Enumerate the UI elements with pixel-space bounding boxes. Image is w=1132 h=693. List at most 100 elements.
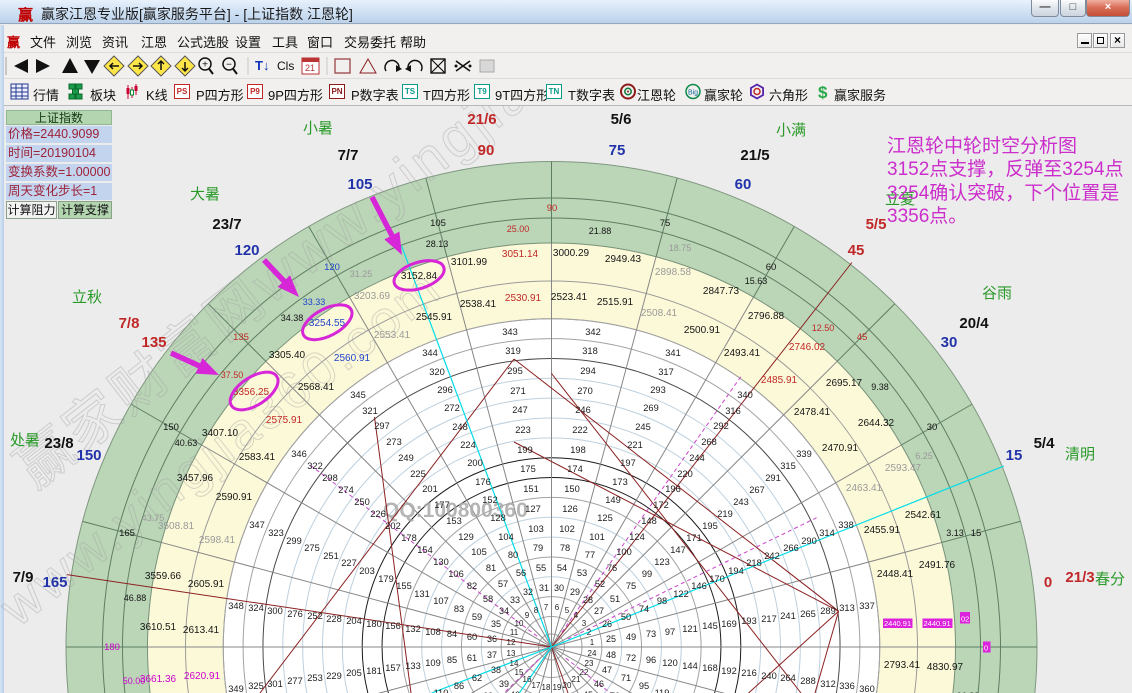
svg-text:229: 229 [326, 671, 342, 681]
svg-text:336: 336 [839, 681, 855, 691]
svg-text:130: 130 [433, 557, 449, 567]
svg-text:270: 270 [577, 386, 593, 396]
svg-text:处暑: 处暑 [10, 432, 40, 449]
svg-text:315: 315 [780, 461, 796, 471]
svg-text:30: 30 [927, 422, 938, 433]
svg-text:2538.41: 2538.41 [460, 299, 497, 310]
svg-text:+: + [202, 60, 208, 71]
svg-text:246: 246 [575, 405, 591, 415]
svg-text:2949.43: 2949.43 [605, 254, 642, 265]
svg-text:2523.41: 2523.41 [551, 292, 588, 303]
svg-text:100: 100 [616, 547, 632, 557]
svg-text:75: 75 [660, 218, 671, 229]
svg-text:50.00: 50.00 [123, 676, 146, 686]
svg-text:338: 338 [838, 520, 854, 530]
svg-text:79: 79 [533, 543, 543, 553]
svg-text:19: 19 [553, 683, 562, 692]
svg-text:277: 277 [287, 676, 303, 686]
svg-text:4: 4 [574, 611, 579, 620]
svg-text:8: 8 [534, 606, 539, 615]
svg-text:35: 35 [491, 619, 501, 629]
svg-text:149: 149 [605, 495, 621, 505]
svg-text:217: 217 [761, 614, 777, 624]
svg-text:12.50: 12.50 [812, 323, 835, 333]
svg-text:33.33: 33.33 [303, 297, 326, 307]
svg-text:199: 199 [517, 445, 533, 455]
svg-text:2463.41: 2463.41 [846, 483, 883, 494]
svg-text:195: 195 [702, 521, 718, 531]
svg-text:T↓: T↓ [255, 58, 269, 73]
svg-text:55: 55 [536, 563, 546, 573]
svg-text:大暑: 大暑 [190, 186, 220, 203]
svg-text:193: 193 [741, 616, 757, 626]
svg-text:29: 29 [570, 587, 580, 597]
svg-text:3305.40: 3305.40 [269, 350, 306, 361]
svg-text:271: 271 [510, 386, 526, 396]
svg-text:181: 181 [366, 666, 382, 676]
svg-text:58: 58 [483, 594, 493, 604]
svg-text:135: 135 [141, 334, 166, 351]
svg-text:21.88: 21.88 [589, 226, 612, 236]
svg-text:74: 74 [639, 604, 649, 614]
svg-text:243: 243 [733, 497, 749, 507]
svg-text:296: 296 [437, 385, 453, 395]
svg-text:−: − [226, 60, 232, 71]
svg-text:298: 298 [322, 473, 338, 483]
svg-text:105: 105 [347, 176, 372, 193]
svg-text:36: 36 [487, 634, 497, 644]
svg-text:251: 251 [323, 551, 339, 561]
svg-text:2500.91: 2500.91 [684, 325, 721, 336]
svg-text:222: 222 [572, 425, 588, 435]
svg-text:346: 346 [291, 449, 307, 459]
svg-text:2746.02: 2746.02 [789, 342, 826, 353]
svg-text:45: 45 [857, 332, 868, 343]
svg-text:17: 17 [532, 681, 541, 690]
svg-text:75: 75 [626, 581, 636, 591]
svg-text:30: 30 [554, 583, 564, 593]
svg-text:小暑: 小暑 [303, 120, 333, 137]
svg-text:21: 21 [305, 63, 315, 73]
svg-text:3407.10: 3407.10 [202, 428, 239, 439]
svg-text:264: 264 [780, 673, 796, 683]
svg-text:103: 103 [528, 524, 544, 534]
svg-text:125: 125 [597, 513, 613, 523]
svg-text:295: 295 [507, 366, 523, 376]
svg-text:288: 288 [800, 676, 816, 686]
svg-text:250: 250 [354, 497, 370, 507]
svg-text:3: 3 [582, 619, 587, 628]
svg-text:2508.41: 2508.41 [641, 308, 678, 319]
svg-text:197: 197 [620, 458, 636, 468]
svg-text:2542.61: 2542.61 [905, 510, 942, 521]
svg-text:31.25: 31.25 [350, 269, 373, 279]
svg-text:148: 148 [641, 516, 657, 526]
svg-text:180: 180 [104, 642, 120, 653]
svg-text:224: 224 [460, 440, 476, 450]
svg-text:52: 52 [595, 579, 605, 589]
svg-text:21/5: 21/5 [740, 147, 769, 164]
svg-text:218: 218 [746, 558, 762, 568]
svg-text:5/6: 5/6 [611, 111, 632, 128]
svg-text:7/9: 7/9 [13, 569, 34, 586]
svg-text:76: 76 [607, 563, 617, 573]
svg-text:40.63: 40.63 [175, 438, 198, 448]
svg-text:小满: 小满 [776, 122, 806, 139]
svg-text:2590.91: 2590.91 [216, 492, 253, 503]
svg-text:131: 131 [414, 589, 430, 599]
svg-text:47: 47 [602, 665, 612, 675]
svg-text:7/7: 7/7 [338, 147, 359, 164]
svg-text:293: 293 [650, 385, 666, 395]
svg-text:99: 99 [642, 569, 652, 579]
svg-text:179: 179 [378, 574, 394, 584]
svg-text:82: 82 [467, 581, 477, 591]
svg-text:220: 220 [677, 469, 693, 479]
svg-text:339: 339 [796, 449, 812, 459]
svg-text:Big: Big [688, 90, 698, 97]
svg-text:105: 105 [430, 218, 446, 229]
svg-text:48: 48 [606, 650, 616, 660]
svg-text:240: 240 [761, 671, 777, 681]
svg-text:219: 219 [717, 509, 733, 519]
svg-text:301: 301 [267, 679, 283, 689]
svg-text:147: 147 [670, 545, 686, 555]
svg-text:275: 275 [304, 543, 320, 553]
svg-text:268: 268 [701, 437, 717, 447]
